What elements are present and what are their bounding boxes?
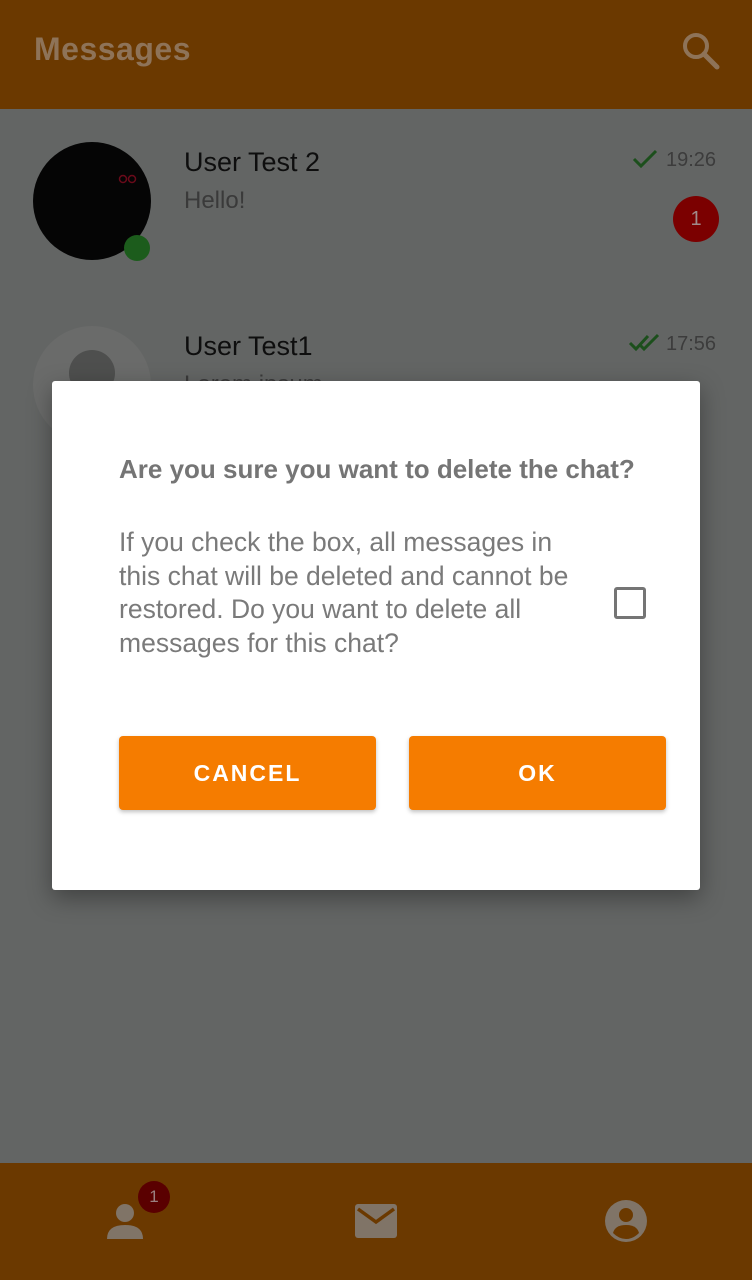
chat-name[interactable]: User Test 2: [184, 147, 320, 178]
app-bar: Messages: [0, 0, 752, 109]
chat-time: 17:56: [666, 333, 717, 355]
dialog-title: Are you sure you want to delete the chat…: [119, 454, 635, 484]
unread-badge: 1: [673, 196, 719, 242]
ok-button[interactable]: OK: [409, 736, 666, 810]
online-status-dot: [124, 235, 150, 261]
cancel-button[interactable]: CANCEL: [119, 736, 376, 810]
chat-preview: Hello!: [184, 187, 246, 214]
chat-name[interactable]: User Test1: [184, 331, 313, 362]
single-check-icon: [632, 149, 658, 169]
nav-badge: 1: [138, 1181, 170, 1213]
account-icon[interactable]: [604, 1199, 648, 1243]
delete-messages-checkbox[interactable]: [614, 587, 646, 619]
page-title: Messages: [34, 31, 191, 67]
chat-time: 19:26: [666, 149, 717, 171]
mail-icon[interactable]: [354, 1203, 398, 1239]
contacts-icon[interactable]: [106, 1202, 144, 1240]
search-icon[interactable]: [680, 30, 720, 70]
double-check-icon: [628, 333, 660, 352]
dialog-message: If you check the box, all messages in th…: [119, 527, 569, 658]
delete-chat-dialog: Are you sure you want to delete the chat…: [52, 381, 700, 890]
